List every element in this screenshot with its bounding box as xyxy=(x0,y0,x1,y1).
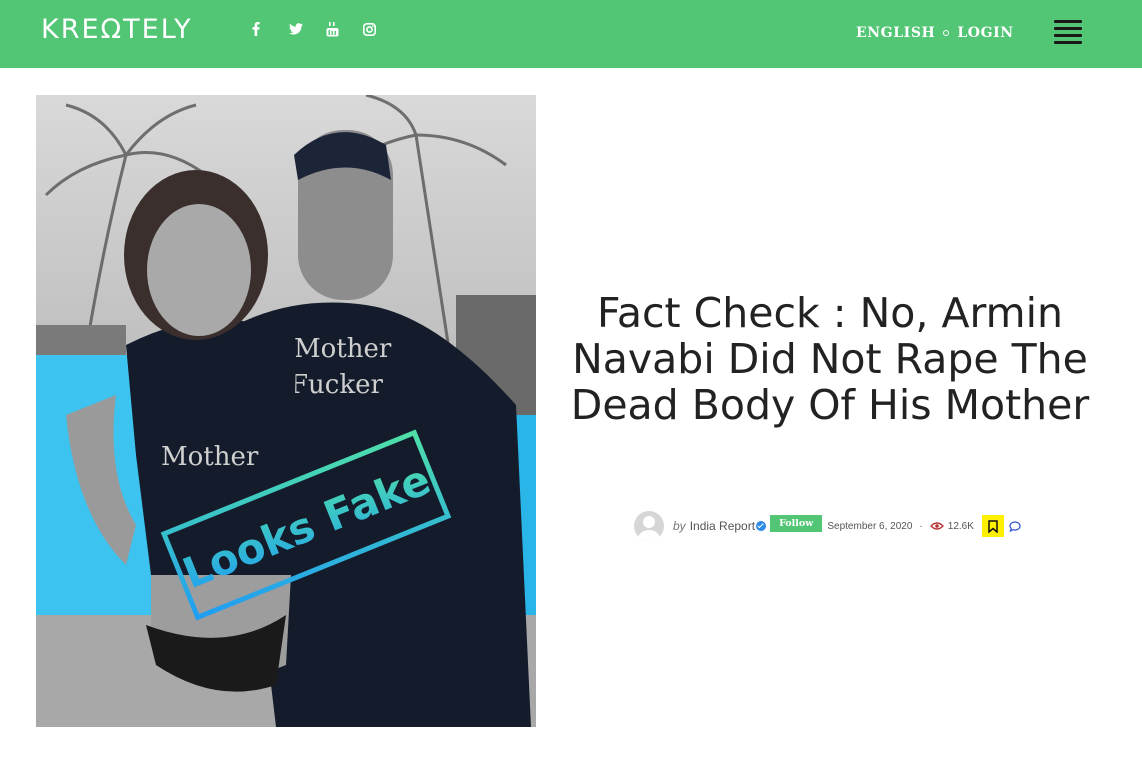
eye-icon xyxy=(929,522,944,530)
youtube-icon[interactable] xyxy=(326,20,363,38)
article-title: Fact Check : No, Armin Navabi Did Not Ra… xyxy=(570,289,1090,429)
left-shirt-text: Mother xyxy=(161,442,259,472)
view-count-value: 12.6K xyxy=(947,520,974,532)
language-link[interactable]: ENGLISH xyxy=(856,25,935,41)
hero-illustration: Mother Fucker Mother Looks Fake xyxy=(36,95,536,727)
view-count: 12.6K xyxy=(929,520,974,532)
bookmark-icon[interactable] xyxy=(981,515,1004,537)
article-hero-image: Mother Fucker Mother Looks Fake xyxy=(36,95,536,727)
site-logo[interactable]: KREΩTELY xyxy=(41,14,193,45)
login-link[interactable]: LOGIN xyxy=(957,25,1013,41)
hamburger-menu-icon[interactable] xyxy=(1054,20,1082,44)
top-navigation-bar: KREΩTELY ENGLISH LOGIN xyxy=(0,0,1142,68)
comment-icon[interactable] xyxy=(1009,520,1021,532)
header-links: ENGLISH LOGIN xyxy=(856,25,1014,41)
right-shirt-line2: Fucker xyxy=(290,370,383,400)
facebook-icon[interactable] xyxy=(252,20,289,38)
verified-badge-icon xyxy=(756,521,767,531)
follow-button[interactable]: Follow xyxy=(770,514,823,532)
by-label: by xyxy=(673,519,686,533)
meta-separator: · xyxy=(919,520,923,532)
instagram-icon[interactable] xyxy=(363,20,400,38)
publish-date: September 6, 2020 xyxy=(827,520,913,532)
author-avatar[interactable] xyxy=(634,511,664,541)
social-links xyxy=(252,20,400,38)
twitter-icon[interactable] xyxy=(289,20,326,38)
right-shirt-line1: Mother xyxy=(294,334,392,364)
separator-dot xyxy=(943,30,950,36)
author-name[interactable]: India Report xyxy=(690,519,755,533)
article-meta: by India Report Follow September 6, 2020… xyxy=(634,511,1021,541)
